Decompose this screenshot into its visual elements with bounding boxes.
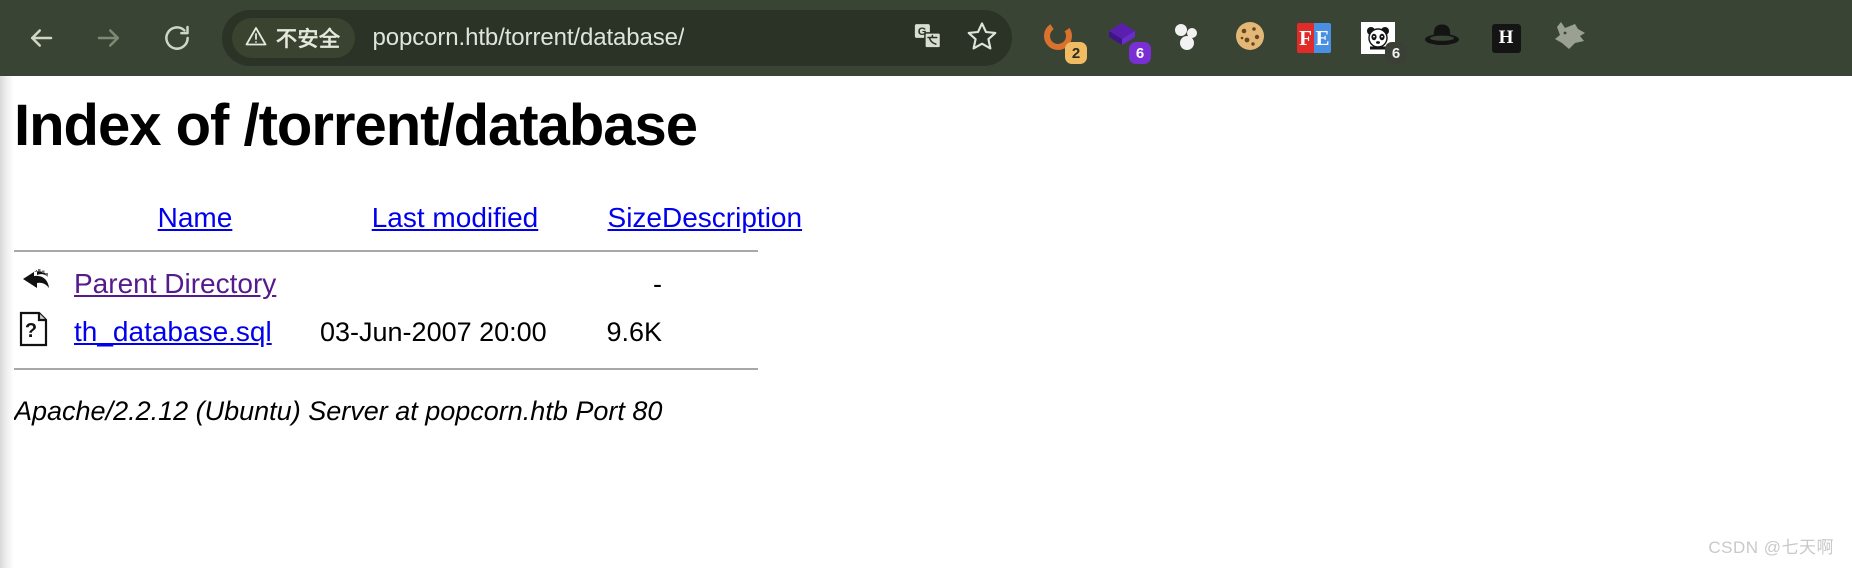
omnibox-actions: G (906, 10, 1004, 66)
row-name-cell: Parent Directory (70, 262, 320, 307)
directory-listing-table: Name Last modified Size Description Pare… (14, 202, 822, 380)
blackhat-extension-button[interactable] (1422, 18, 1462, 58)
footer-rule-cell (14, 358, 822, 380)
bubbles-extension-button[interactable] (1166, 18, 1206, 58)
page-title: Index of /torrent/database (14, 93, 698, 158)
page-content: Index of /torrent/database Name Last mod… (0, 76, 1852, 568)
translate-button[interactable]: G (906, 16, 950, 60)
back-arrow-icon (26, 23, 56, 53)
bookmark-button[interactable] (960, 16, 1004, 60)
row-size-cell: - (653, 268, 662, 299)
table-header-row: Name Last modified Size Description (14, 202, 822, 240)
reload-icon (162, 23, 192, 53)
sort-by-description-link[interactable]: Description (662, 202, 802, 233)
sort-by-last-modified-link[interactable]: Last modified (372, 202, 539, 233)
back-button[interactable] (18, 15, 64, 61)
watermark: CSDN @七天啊 (1708, 538, 1834, 557)
header-rule-cell (14, 240, 822, 262)
header-last-modified: Last modified (320, 202, 590, 240)
extensions-strip: 2 6 F E 6 H (1038, 18, 1590, 64)
footer-divider (14, 367, 758, 370)
server-signature: Apache/2.2.12 (Ubuntu) Server at popcorn… (14, 395, 663, 426)
row-last-modified-cell (320, 262, 590, 307)
ring-extension-button[interactable]: 2 (1038, 18, 1087, 64)
browser-toolbar: 不安全 popcorn.htb/torrent/database/ G 2 6 … (0, 0, 1852, 76)
header-name: Name (70, 202, 320, 240)
file-link-th-database-sql[interactable]: th_database.sql (74, 316, 272, 347)
row-icon-cell (14, 262, 70, 307)
parent-directory-link[interactable]: Parent Directory (74, 268, 276, 299)
parent-directory-icon (18, 268, 54, 302)
forward-button[interactable] (86, 15, 132, 61)
forward-arrow-icon (94, 23, 124, 53)
diamond-extension-button[interactable]: 6 (1102, 18, 1151, 64)
fe-logo-left-letter: F (1297, 23, 1314, 53)
black-hat-icon (1422, 21, 1462, 56)
reload-button[interactable] (154, 15, 200, 61)
url-text[interactable]: popcorn.htb/torrent/database/ (373, 24, 685, 52)
row-description-cell (662, 262, 822, 307)
footer-rule-row (14, 358, 822, 380)
letter-h-icon: H (1491, 23, 1521, 53)
header-description: Description (662, 202, 822, 240)
omnibox[interactable]: 不安全 popcorn.htb/torrent/database/ G (222, 10, 1012, 66)
header-divider (14, 249, 758, 252)
sort-by-size-link[interactable]: Size (608, 202, 662, 233)
cookie-extension-button[interactable] (1230, 18, 1270, 58)
row-description-cell (662, 307, 822, 358)
wolf-extension-button[interactable] (1550, 18, 1590, 58)
unknown-file-icon: ? (18, 311, 50, 353)
star-icon (966, 20, 998, 57)
sort-by-name-link[interactable]: Name (158, 202, 233, 233)
row-icon-cell: ? (14, 307, 70, 358)
translate-icon: G (913, 21, 943, 56)
table-row: ? th_database.sql 03-Jun-2007 20:00 9.6K (14, 307, 822, 358)
h-extension-button[interactable]: H (1486, 18, 1526, 58)
fe-extension-button[interactable]: F E (1294, 18, 1334, 58)
fe-logo-right-letter: E (1314, 23, 1331, 53)
panda-extension-button[interactable]: 6 (1358, 18, 1407, 64)
panda-extension-badge: 6 (1385, 42, 1407, 64)
svg-text:?: ? (25, 320, 37, 342)
row-size-cell: 9.6K (606, 316, 662, 347)
row-last-modified-cell: 03-Jun-2007 20:00 (320, 316, 547, 347)
fe-logo-icon: F E (1297, 23, 1331, 53)
header-size: Size (590, 202, 662, 240)
security-status-label: 不安全 (276, 28, 341, 51)
ring-extension-badge: 2 (1065, 42, 1087, 64)
wolf-head-icon (1551, 19, 1589, 58)
warning-triangle-icon (244, 24, 268, 53)
header-icon-column (14, 202, 70, 240)
cookie-icon (1233, 19, 1267, 58)
white-bubbles-icon (1168, 18, 1204, 59)
row-name-cell: th_database.sql (70, 307, 320, 358)
security-status-chip[interactable]: 不安全 (232, 18, 355, 58)
diamond-extension-badge: 6 (1129, 42, 1151, 64)
header-rule-row (14, 240, 822, 262)
table-row: Parent Directory - (14, 262, 822, 307)
